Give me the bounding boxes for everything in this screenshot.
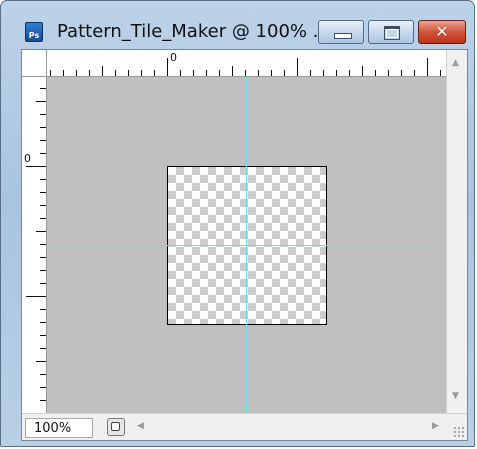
ruler-tick — [40, 179, 46, 180]
vertical-ruler[interactable]: 0 — [22, 77, 47, 413]
close-icon: ✕ — [435, 22, 449, 41]
ruler-tick — [414, 70, 415, 76]
close-button[interactable]: ✕ — [418, 20, 466, 44]
ruler-tick — [40, 88, 46, 89]
ruler-origin-corner[interactable] — [22, 50, 47, 77]
ruler-tick — [40, 387, 46, 388]
ruler-tick — [40, 140, 46, 141]
horizontal-guide[interactable] — [47, 245, 446, 246]
scroll-left-icon[interactable]: ◀ — [137, 421, 144, 431]
ruler-tick — [40, 374, 46, 375]
photoshop-icon: Ps — [25, 22, 43, 42]
ruler-tick — [40, 205, 46, 206]
ruler-tick — [258, 70, 259, 76]
ruler-tick — [115, 70, 116, 76]
ruler-tick — [36, 101, 46, 102]
horizontal-ruler[interactable]: 0 — [47, 50, 446, 77]
ruler-tick — [40, 218, 46, 219]
ruler-tick — [310, 70, 311, 76]
ruler-tick — [245, 70, 246, 76]
ruler-tick — [50, 70, 51, 76]
ruler-tick — [40, 283, 46, 284]
ruler-tick — [271, 70, 272, 76]
horizontal-ruler-zero-label: 0 — [170, 51, 177, 64]
ruler-tick — [154, 70, 155, 76]
ruler-tick — [40, 244, 46, 245]
window-title: Pattern_Tile_Maker @ 100% ... — [57, 21, 317, 42]
ruler-tick — [40, 153, 46, 154]
status-bar: 100% ◀ ▶ — [22, 413, 467, 440]
minimize-icon — [334, 33, 352, 39]
ruler-tick — [180, 70, 181, 76]
ruler-tick — [76, 70, 77, 76]
ruler-tick — [40, 309, 46, 310]
ruler-tick — [40, 322, 46, 323]
ruler-tick — [40, 114, 46, 115]
ruler-tick — [167, 58, 168, 76]
scroll-down-icon[interactable]: ▼ — [452, 391, 459, 401]
ruler-tick — [232, 66, 233, 76]
pasteboard[interactable] — [47, 77, 446, 413]
ruler-tick — [36, 231, 46, 232]
ruler-tick — [40, 270, 46, 271]
ruler-tick — [336, 70, 337, 76]
document-info-icon — [111, 422, 120, 431]
minimize-button[interactable] — [318, 20, 364, 44]
ruler-tick — [206, 70, 207, 76]
ruler-tick — [36, 361, 46, 362]
ruler-tick — [427, 58, 428, 76]
ruler-tick — [284, 70, 285, 76]
ruler-tick — [40, 127, 46, 128]
ruler-tick — [362, 66, 363, 76]
status-menu-button[interactable] — [107, 418, 125, 436]
ruler-tick — [40, 348, 46, 349]
scroll-up-icon[interactable]: ▲ — [452, 58, 459, 68]
ruler-tick — [128, 70, 129, 76]
ruler-tick — [349, 70, 350, 76]
ruler-tick — [102, 66, 103, 76]
maximize-button[interactable] — [368, 20, 414, 44]
ruler-tick — [89, 70, 90, 76]
document-area: 0 0 ▲ ▼ 100% ◀ ▶ — [21, 49, 468, 441]
ruler-tick — [375, 70, 376, 76]
ruler-tick — [26, 166, 46, 167]
ruler-tick — [40, 192, 46, 193]
ruler-tick — [219, 70, 220, 76]
ruler-tick — [388, 70, 389, 76]
ruler-tick — [440, 70, 441, 76]
vertical-ruler-zero-label: 0 — [24, 152, 31, 165]
ruler-tick — [40, 257, 46, 258]
ruler-tick — [401, 70, 402, 76]
ruler-tick — [323, 70, 324, 76]
ruler-tick — [193, 70, 194, 76]
ruler-tick — [40, 400, 46, 401]
zoom-level-field[interactable]: 100% — [25, 418, 93, 438]
title-bar[interactable]: Ps Pattern_Tile_Maker @ 100% ... ✕ — [1, 1, 474, 49]
document-window: Ps Pattern_Tile_Maker @ 100% ... ✕ 0 0 ▲… — [0, 0, 475, 447]
maximize-icon — [384, 26, 400, 40]
ruler-tick — [141, 70, 142, 76]
ruler-tick — [63, 70, 64, 76]
scroll-right-icon[interactable]: ▶ — [432, 421, 439, 431]
app-badge: Ps — [28, 31, 40, 40]
resize-grip-icon[interactable] — [453, 426, 465, 438]
ruler-tick — [26, 296, 46, 297]
ruler-tick — [297, 58, 298, 76]
ruler-tick — [40, 335, 46, 336]
vertical-scrollbar[interactable]: ▲ ▼ — [446, 50, 467, 413]
